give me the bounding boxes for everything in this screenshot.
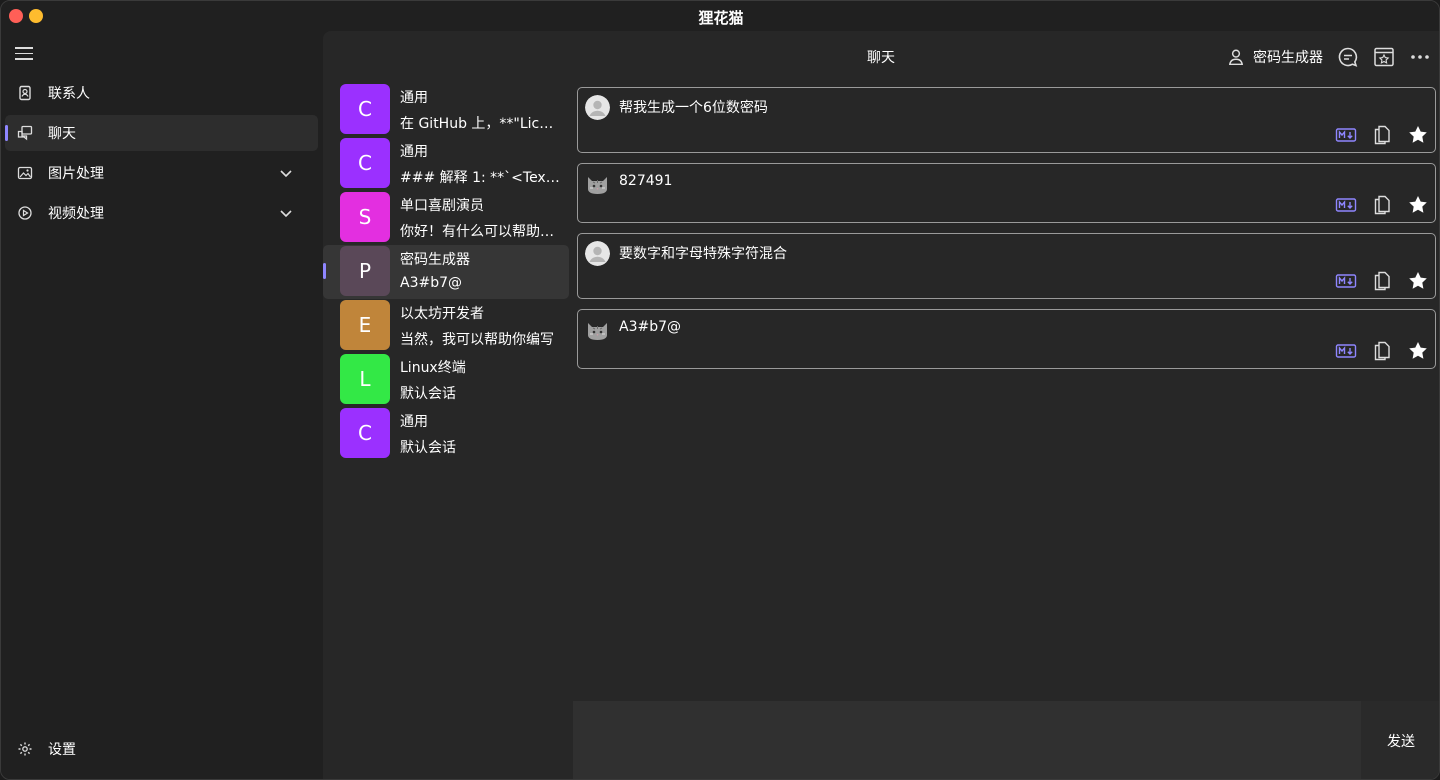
sidebar-item-label: 联系人 [48,86,90,102]
sidebar-item-contacts[interactable]: 联系人 [5,75,318,111]
conversation-preview: 当然，我可以帮助你编写 [400,332,554,348]
copy-icon[interactable] [1371,270,1393,292]
markdown-icon[interactable] [1335,194,1357,216]
conversation-avatar: E [340,300,390,350]
conversation-item[interactable]: C 通用 在 GitHub 上，**"License" [323,83,569,137]
star-icon[interactable] [1407,194,1429,216]
conversation-list: C 通用 在 GitHub 上，**"License" C 通用 ### 解释 … [323,83,571,461]
main-pane: 聊天 密码生成器 C 通用 在 GitHub 上，**"License" C 通… [323,31,1439,779]
conversation-preview: 在 GitHub 上，**"License" [400,116,560,132]
user-avatar-icon [585,241,610,266]
chat-icon [17,125,33,141]
copy-icon[interactable] [1371,194,1393,216]
conversation-preview: 默认会话 [400,386,456,402]
image-icon [17,166,33,180]
message-text: 827491 [619,173,673,189]
gear-icon [18,742,32,756]
message-item: 要数字和字母特殊字符混合 [577,233,1436,299]
conversation-name: 通用 [400,90,428,106]
conversation-name: 通用 [400,144,428,160]
sidebar-item-video-processing[interactable]: 视频处理 [5,195,318,231]
markdown-icon[interactable] [1335,124,1357,146]
conversation-name: Linux终端 [400,360,466,376]
role-selector[interactable]: 密码生成器 [1253,47,1323,67]
sidebar-item-label: 聊天 [48,126,76,142]
window-title: 狸花猫 [698,9,744,27]
new-chat-icon[interactable] [1337,46,1359,68]
message-item: 帮我生成一个6位数密码 [577,87,1436,153]
cat-avatar-icon [588,323,607,340]
star-icon[interactable] [1407,270,1429,292]
conversation-preview: ### 解释 1: **`<TextBlock [400,170,560,186]
composer: 发送 [573,701,1439,779]
star-icon[interactable] [1407,124,1429,146]
copy-icon[interactable] [1371,340,1393,362]
star-icon[interactable] [1407,340,1429,362]
message-input[interactable] [573,701,1361,779]
conversation-item[interactable]: E 以太坊开发者 当然，我可以帮助你编写 [323,299,569,353]
conversation-item[interactable]: S 单口喜剧演员 你好！有什么可以帮助你的 [323,191,569,245]
sidebar-item-chat[interactable]: 聊天 [5,115,318,151]
conversation-avatar: L [340,354,390,404]
sidebar: 联系人 聊天 图片处理 视频处理 设置 [1,31,323,779]
conversation-avatar: C [340,408,390,458]
sidebar-item-label: 图片处理 [48,166,104,182]
conversation-name: 密码生成器 [400,252,470,268]
conversation-avatar: P [340,246,390,296]
contacts-icon [19,85,31,101]
active-indicator [323,263,326,279]
conversation-avatar: C [340,84,390,134]
message-item: 827491 [577,163,1436,223]
message-text: A3#b7@ [619,319,682,335]
sidebar-item-label: 视频处理 [48,206,104,222]
message-actions [1321,124,1429,146]
message-actions [1321,340,1429,362]
conversation-avatar: S [340,192,390,242]
more-options-icon[interactable] [1409,46,1431,68]
cat-avatar-icon [588,177,607,194]
sidebar-item-image-processing[interactable]: 图片处理 [5,155,318,191]
chevron-down-icon[interactable] [278,165,294,181]
message-text: 帮我生成一个6位数密码 [619,100,768,116]
person-icon [1228,49,1244,66]
conversation-name: 单口喜剧演员 [400,198,484,214]
conversation-avatar: C [340,138,390,188]
conversation-name: 以太坊开发者 [400,306,484,322]
app-window: 狸花猫 联系人 聊天 图片处理 视频处理 设置 聊天 密码生成器 C 通用 在 … [0,0,1440,780]
active-indicator [5,125,8,141]
conversation-item[interactable]: C 通用 ### 解释 1: **`<TextBlock [323,137,569,191]
message-actions [1321,270,1429,292]
markdown-icon[interactable] [1335,340,1357,362]
message-item: A3#b7@ [577,309,1436,369]
message-text: 要数字和字母特殊字符混合 [619,246,787,262]
sidebar-item-label: 设置 [48,742,76,758]
conversation-item[interactable]: C 通用 默认会话 [323,407,569,461]
user-avatar-icon [585,95,610,120]
message-actions [1321,194,1429,216]
title-bar: 狸花猫 [1,1,1439,31]
sidebar-item-settings[interactable]: 设置 [5,731,318,767]
conversation-name: 通用 [400,414,428,430]
video-icon [18,206,32,220]
header-actions: 密码生成器 [1213,45,1431,69]
conversation-item-active[interactable]: P 密码生成器 A3#b7@ [323,245,569,299]
conversation-preview: A3#b7@ [400,275,463,291]
chevron-down-icon[interactable] [278,205,294,221]
copy-icon[interactable] [1371,124,1393,146]
conversation-item[interactable]: L Linux终端 默认会话 [323,353,569,407]
markdown-icon[interactable] [1335,270,1357,292]
conversation-preview: 默认会话 [400,440,456,456]
menu-icon[interactable] [15,47,33,61]
conversation-preview: 你好！有什么可以帮助你的 [400,224,560,240]
favorites-window-icon[interactable] [1373,46,1395,68]
send-button[interactable]: 发送 [1361,701,1439,779]
